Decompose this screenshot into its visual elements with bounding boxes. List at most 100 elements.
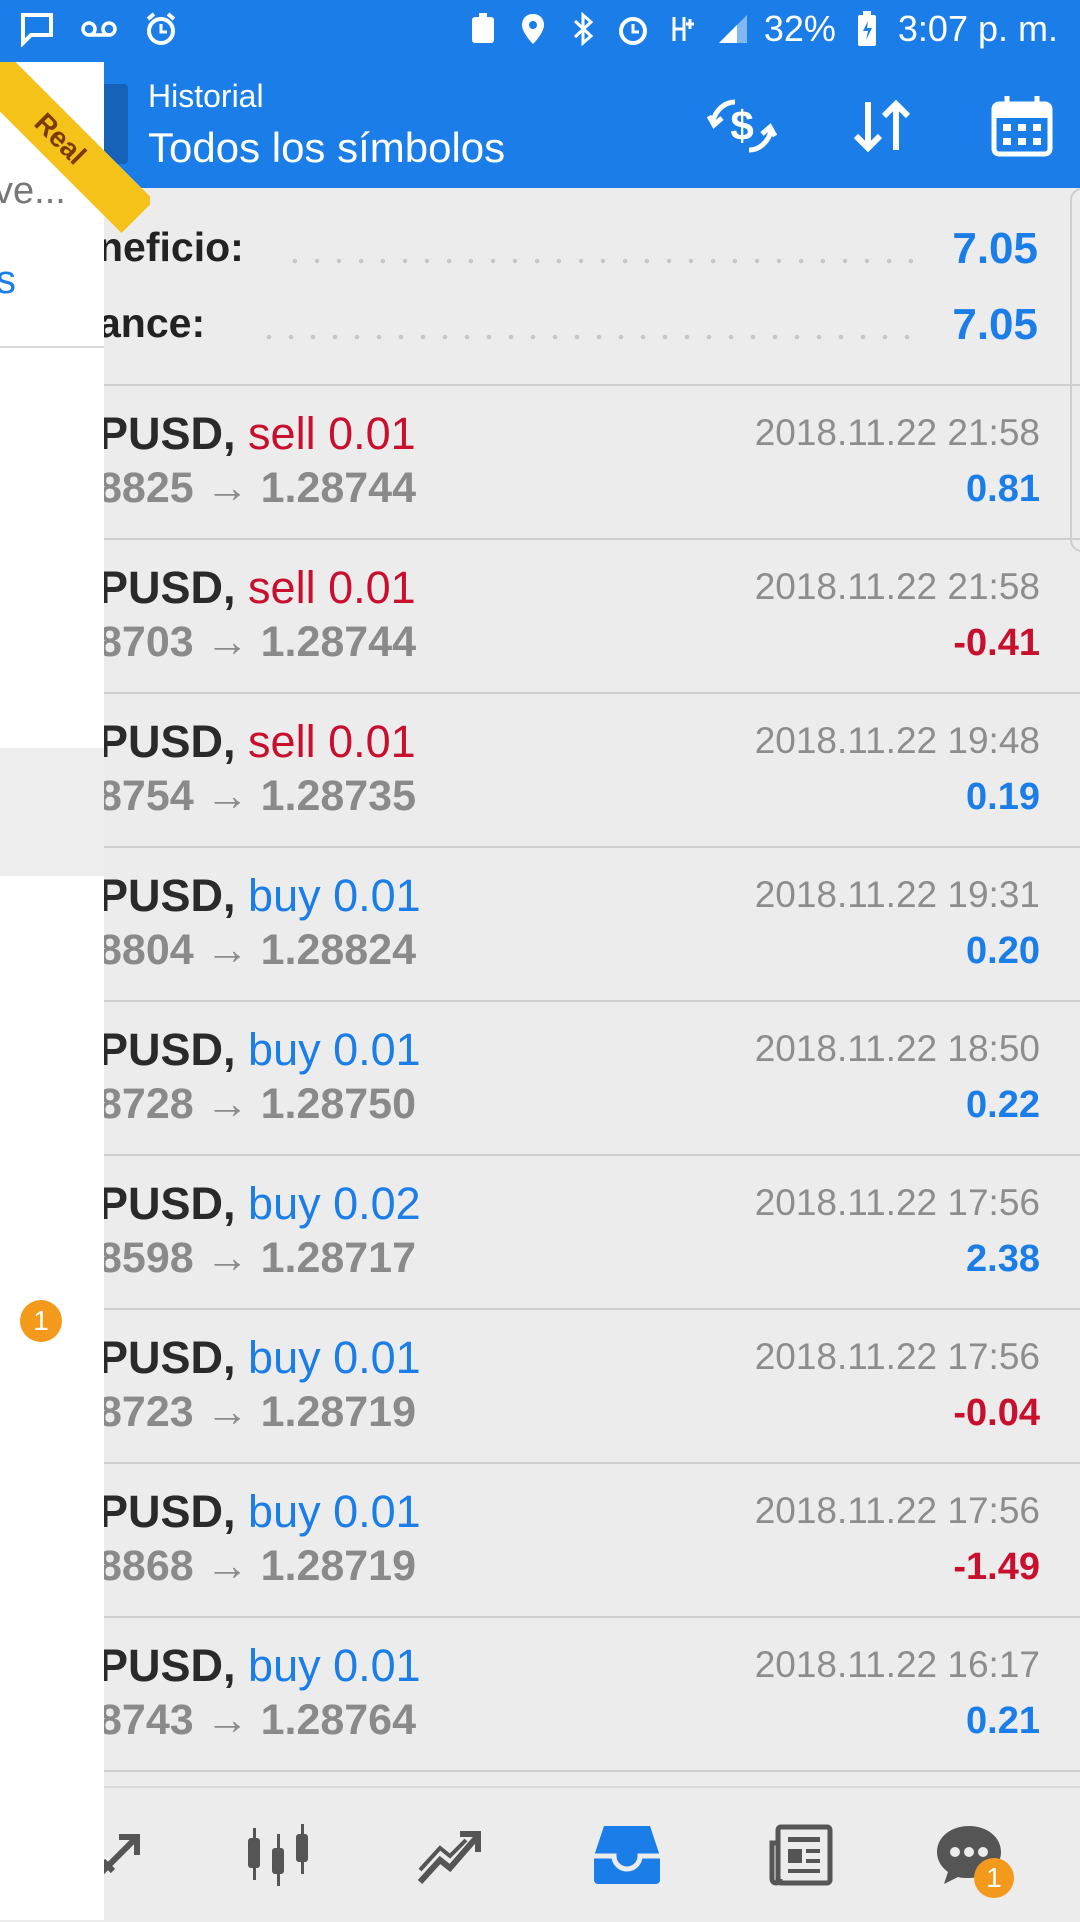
chat-badge: 1 [974, 1858, 1014, 1898]
app-bar: Historial Todos los símbolos $ [98, 62, 1080, 188]
nav-chart[interactable] [234, 1810, 324, 1900]
status-bar: 32% 3:07 p. m. [0, 0, 1080, 62]
trade-time: 2018.11.22 19:48 [754, 720, 1040, 761]
trade-prices: 8743 → 1.28764 [104, 1696, 416, 1745]
battery-percent: 32% [763, 8, 836, 49]
symbol-name: PUSD, [104, 408, 236, 459]
drawer-item-selected[interactable] [0, 748, 104, 876]
open-price: 8825 [104, 464, 194, 512]
trade-symbol: PUSD, sell 0.01 [104, 562, 416, 614]
page-title: Historial [148, 78, 264, 114]
symbol-name: PUSD, [104, 1640, 236, 1691]
trade-profit: 2.38 [966, 1238, 1040, 1280]
drawer-link[interactable]: s [0, 258, 16, 303]
arrow-right-icon: → [193, 1234, 261, 1282]
profit-value: 7.05 [952, 224, 1038, 273]
trade-time: 2018.11.22 17:56 [754, 1490, 1040, 1531]
trade-symbol: PUSD, buy 0.01 [104, 1332, 421, 1384]
close-price: 1.28719 [260, 1388, 417, 1436]
balance-label: ance: [104, 300, 206, 346]
trade-side-volume: buy 0.01 [248, 870, 421, 921]
drawer-notification-badge: 1 [20, 1300, 62, 1342]
trade-profit: -0.41 [953, 622, 1040, 664]
calendar-icon [991, 96, 1053, 157]
trade-symbol: PUSD, buy 0.01 [104, 1024, 421, 1076]
trade-time: 2018.11.22 19:31 [754, 874, 1040, 915]
trade-profit: 0.21 [966, 1700, 1040, 1742]
profit-label: neficio: [104, 224, 244, 270]
trade-symbol: PUSD, buy 0.01 [104, 1640, 421, 1692]
arrow-right-icon: → [193, 1388, 261, 1436]
calendar-button[interactable] [984, 88, 1060, 164]
trade-row[interactable]: PUSD, buy 0.01 8728 → 1.28750 2018.11.22 1… [104, 1002, 1080, 1156]
close-price: 1.28824 [260, 926, 417, 974]
open-price: 8598 [104, 1234, 194, 1282]
history-icon [594, 1826, 660, 1884]
trade-prices: 8825 → 1.28744 [104, 464, 416, 513]
trade-time: 2018.11.22 17:56 [754, 1182, 1040, 1223]
trade-row[interactable]: PUSD, sell 0.01 8825 → 1.28744 2018.11.22 … [104, 386, 1080, 540]
nav-news[interactable] [756, 1810, 846, 1900]
balance-value: 7.05 [952, 300, 1038, 349]
trade-time: 2018.11.22 17:56 [754, 1336, 1040, 1377]
trade-row[interactable]: PUSD, sell 0.01 8703 → 1.28744 2018.11.22 … [104, 540, 1080, 694]
open-price: 8723 [104, 1388, 194, 1436]
message-icon [18, 10, 56, 48]
close-price: 1.28719 [260, 1542, 417, 1590]
trade-side-volume: buy 0.01 [248, 1024, 421, 1075]
trade-row[interactable]: PUSD, sell 0.01 8754 → 1.28735 2018.11.22 … [104, 694, 1080, 848]
close-price: 1.28717 [260, 1234, 417, 1282]
trade-symbol: PUSD, buy 0.01 [104, 1486, 421, 1538]
trade-row[interactable]: PUSD, buy 0.01 8723 → 1.28719 2018.11.22 1… [104, 1310, 1080, 1464]
dot-leader [258, 334, 924, 340]
recycle-icon [464, 10, 502, 48]
close-price: 1.28744 [260, 618, 417, 666]
trade-side-volume: buy 0.02 [248, 1178, 421, 1229]
open-price: 8728 [104, 1080, 194, 1128]
trade-prices: 8804 → 1.28824 [104, 926, 416, 975]
location-icon [514, 10, 552, 48]
trade-icon [417, 1831, 481, 1885]
nav-history[interactable] [582, 1810, 672, 1900]
clock: 3:07 p. m. [897, 8, 1058, 49]
trade-side-volume: buy 0.01 [248, 1486, 421, 1537]
balance-summary: ance: 7.05 [104, 300, 1038, 360]
voicemail-icon [80, 10, 118, 48]
trade-side-volume: buy 0.01 [248, 1332, 421, 1383]
trade-symbol: PUSD, buy 0.02 [104, 1178, 421, 1230]
symbol-filter[interactable]: Todos los símbolos [148, 124, 505, 172]
symbol-name: PUSD, [104, 870, 236, 921]
symbol-name: PUSD, [104, 1024, 236, 1075]
trade-side-volume: sell 0.01 [248, 408, 416, 459]
symbol-name: PUSD, [104, 1486, 236, 1537]
alarm-icon [142, 10, 180, 48]
trade-prices: 8728 → 1.28750 [104, 1080, 416, 1129]
close-price: 1.28750 [260, 1080, 417, 1128]
trade-row[interactable]: PUSD, buy 0.01 8804 → 1.28824 2018.11.22 1… [104, 848, 1080, 1002]
close-price: 1.28764 [260, 1696, 417, 1744]
open-price: 8868 [104, 1542, 194, 1590]
trade-row[interactable]: PUSD, buy 0.02 8598 → 1.28717 2018.11.22 1… [104, 1156, 1080, 1310]
trade-time: 2018.11.22 21:58 [754, 412, 1040, 453]
trade-prices: 8723 → 1.28719 [104, 1388, 416, 1437]
trade-side-volume: sell 0.01 [248, 562, 416, 613]
system-status: 32% 3:07 p. m. [464, 8, 1058, 50]
trade-profit: -1.49 [953, 1546, 1040, 1588]
sort-button[interactable] [844, 88, 920, 164]
currency-exchange-button[interactable]: $ [704, 88, 780, 164]
profit-summary: neficio: 7.05 [104, 224, 1038, 284]
arrow-right-icon: → [193, 926, 261, 974]
close-price: 1.28744 [260, 464, 417, 512]
trade-prices: 8703 → 1.28744 [104, 618, 416, 667]
trade-profit: 0.81 [966, 468, 1040, 510]
nav-trade[interactable] [404, 1810, 494, 1900]
bottom-navigation: 1 [96, 1786, 1080, 1922]
drawer-account-text: ve... [0, 170, 66, 212]
trade-row[interactable]: PUSD, buy 0.01 8868 → 1.28719 2018.11.22 1… [104, 1464, 1080, 1618]
trade-row[interactable]: PUSD, buy 0.01 8743 → 1.28764 2018.11.22 1… [104, 1618, 1080, 1772]
chart-icon [248, 1824, 308, 1886]
row-divider [104, 1770, 1080, 1772]
open-price: 8804 [104, 926, 194, 974]
open-price: 8754 [104, 772, 194, 820]
arrow-right-icon: → [193, 464, 261, 512]
